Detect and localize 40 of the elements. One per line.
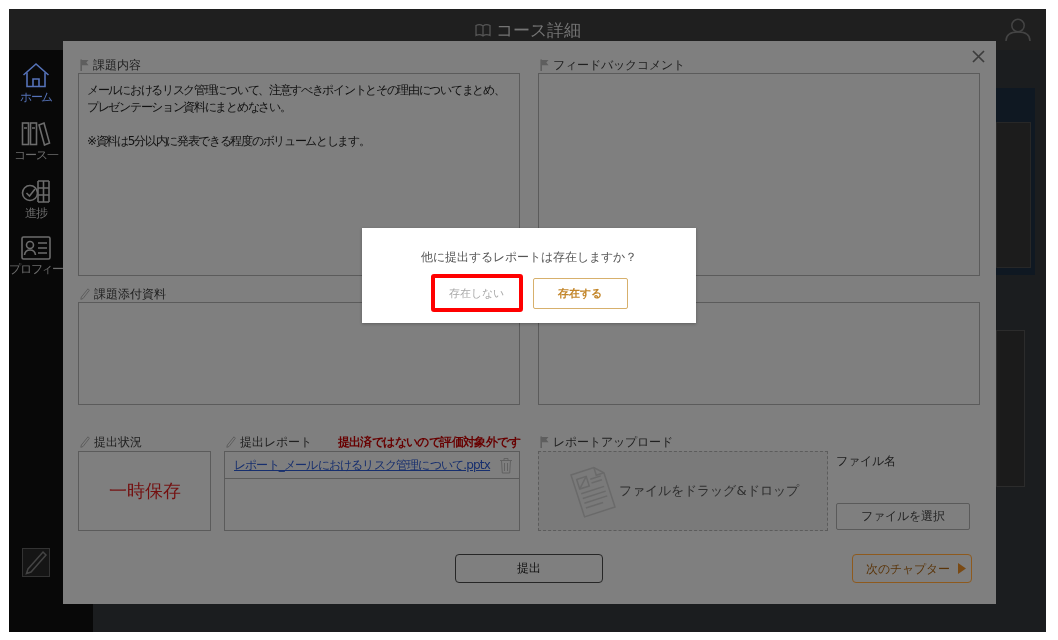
- section-label: 提出レポート: [240, 434, 312, 450]
- choose-file-button[interactable]: ファイルを選択: [836, 503, 970, 530]
- drop-zone[interactable]: ファイルをドラッグ&ドロップ: [538, 451, 828, 531]
- sidebar-item[interactable]: コース一: [14, 120, 58, 162]
- sidebar-item[interactable]: 進捗: [21, 178, 51, 220]
- file-link[interactable]: レポート_メールにおけるリスク管理について.pptx: [234, 458, 491, 472]
- trash-icon[interactable]: [499, 456, 513, 474]
- id-card-icon: [21, 236, 51, 260]
- field-label: ファイル名: [836, 454, 897, 468]
- checklist-icon: [21, 178, 51, 204]
- warning-text: 提出済ではないので評価対象外です: [337, 435, 520, 449]
- flag-icon: [540, 436, 549, 448]
- decline-button[interactable]: 存在しない: [430, 274, 523, 312]
- pencil-icon[interactable]: [22, 548, 50, 577]
- assignment-paragraph: ※資料は5分以内に発表できる程度のボリュームとします。: [87, 133, 371, 150]
- close-icon[interactable]: [972, 50, 985, 63]
- assignment-paragraph: メールにおけるリスク管理について、注意すべきポイントとその理由についてまとめ、プレゼンテーション資料にまとめなさい。: [87, 82, 506, 116]
- pencil-icon: [80, 288, 90, 300]
- section-label: フィードバックコメント: [553, 57, 685, 73]
- play-icon: [958, 563, 966, 574]
- section-label: 課題添付資料: [94, 286, 166, 302]
- section-label: 課題内容: [93, 57, 141, 73]
- next-chapter-button[interactable]: 次のチャプター: [852, 554, 972, 583]
- dialog-message: 他に提出するレポートは存在しますか？: [420, 249, 638, 265]
- sidebar-item[interactable]: ホーム: [19, 62, 53, 104]
- pencil-icon: [80, 436, 90, 448]
- page-title: コース詳細: [495, 19, 581, 40]
- house-icon: [22, 62, 50, 88]
- books-icon: [21, 120, 51, 146]
- sidebar-item[interactable]: プロフィー: [9, 236, 63, 276]
- flag-icon: [80, 59, 89, 71]
- flag-icon: [540, 59, 549, 71]
- submit-button[interactable]: 提出: [455, 554, 603, 583]
- pencil-icon: [226, 436, 236, 448]
- user-icon[interactable]: [1005, 17, 1031, 42]
- section-label: 提出状況: [94, 434, 142, 450]
- status-value: 一時保存: [108, 480, 181, 502]
- section-label: レポートアップロード: [553, 434, 673, 450]
- confirm-button[interactable]: 存在する: [532, 277, 628, 309]
- book-icon: [474, 22, 491, 37]
